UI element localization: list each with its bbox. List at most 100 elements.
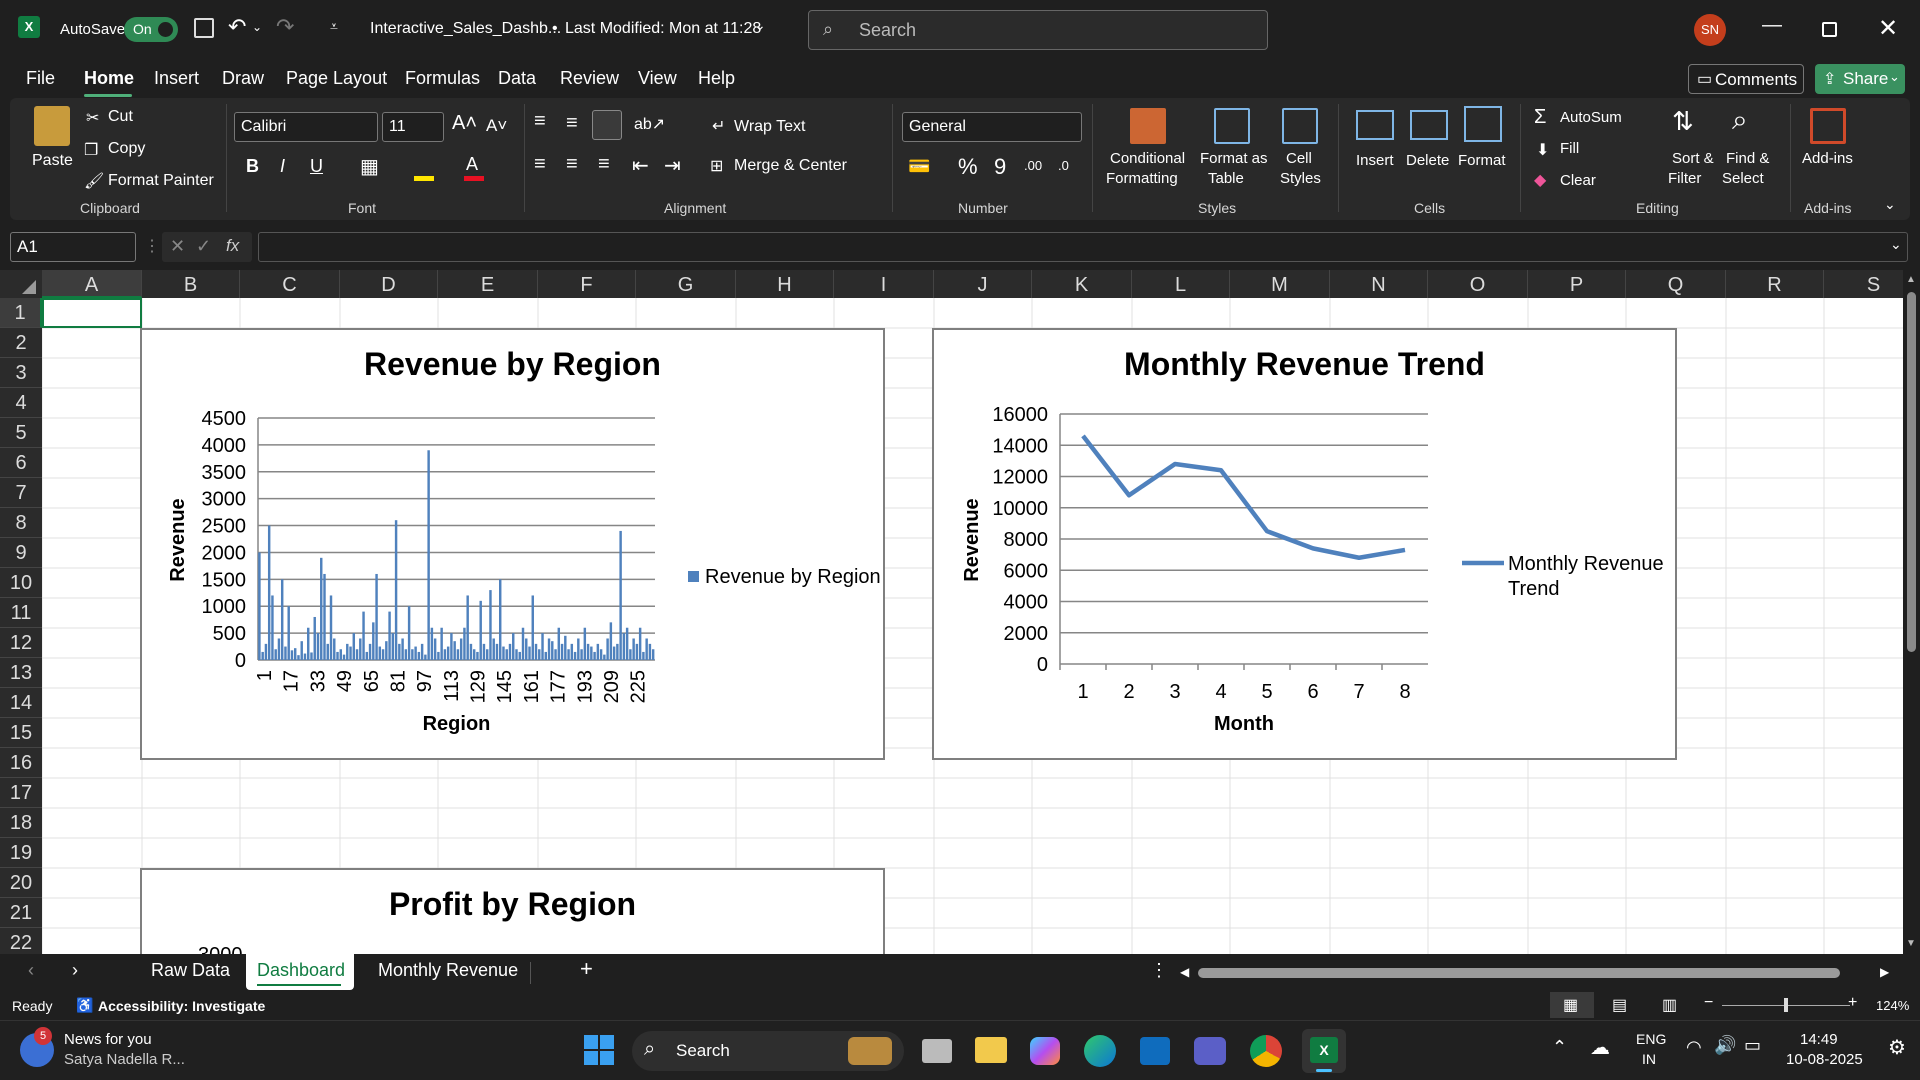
row-header-4[interactable]: 4 bbox=[0, 388, 42, 418]
horizontal-scroll-thumb[interactable] bbox=[1198, 968, 1840, 978]
comma-icon[interactable]: 9 bbox=[994, 154, 1006, 180]
zoom-out-icon[interactable]: − bbox=[1704, 994, 1713, 1012]
scroll-right-icon[interactable]: ▶ bbox=[1880, 965, 1889, 979]
wifi-icon[interactable]: ◠ bbox=[1686, 1037, 1702, 1058]
menu-formulas[interactable]: Formulas bbox=[405, 68, 480, 89]
percent-icon[interactable]: % bbox=[958, 154, 978, 180]
align-top-icon[interactable]: ≡ bbox=[534, 110, 546, 133]
chevron-up-icon[interactable]: ⌃ bbox=[1552, 1037, 1567, 1058]
decrease-decimal-icon[interactable]: .0 bbox=[1058, 158, 1069, 173]
search-box[interactable]: ⌕ Search bbox=[808, 10, 1268, 50]
align-left-icon[interactable]: ≡ bbox=[534, 153, 546, 176]
edge-icon[interactable] bbox=[1084, 1035, 1116, 1067]
volume-icon[interactable]: 🔊 bbox=[1714, 1035, 1736, 1056]
row-header-22[interactable]: 22 bbox=[0, 928, 42, 954]
column-header-K[interactable]: K bbox=[1032, 270, 1132, 298]
format-as-table-icon[interactable] bbox=[1214, 108, 1250, 144]
store-icon[interactable] bbox=[1140, 1037, 1170, 1065]
file-name[interactable]: Interactive_Sales_Dashb... bbox=[370, 20, 561, 38]
avatar[interactable]: SN bbox=[1694, 14, 1726, 46]
number-format-select[interactable]: General bbox=[902, 112, 1082, 142]
fill-color-icon[interactable] bbox=[414, 176, 434, 181]
column-header-G[interactable]: G bbox=[636, 270, 736, 298]
zoom-level[interactable]: 124% bbox=[1876, 998, 1909, 1013]
onedrive-icon[interactable]: ☁ bbox=[1590, 1035, 1610, 1060]
row-header-16[interactable]: 16 bbox=[0, 748, 42, 778]
column-header-C[interactable]: C bbox=[240, 270, 340, 298]
tab-dashboard[interactable]: Dashboard bbox=[246, 954, 354, 990]
column-header-R[interactable]: R bbox=[1726, 270, 1824, 298]
align-middle-icon[interactable]: ≡ bbox=[566, 112, 578, 135]
comments-button[interactable]: ▭ Comments bbox=[1688, 64, 1804, 94]
row-header-6[interactable]: 6 bbox=[0, 448, 42, 478]
delete-cells-icon[interactable] bbox=[1410, 110, 1448, 140]
select-all-corner[interactable] bbox=[0, 270, 42, 298]
conditional-formatting-icon[interactable] bbox=[1130, 108, 1166, 144]
orientation-icon[interactable]: ab↗ bbox=[634, 114, 665, 134]
menu-view[interactable]: View bbox=[638, 68, 677, 89]
next-sheet-icon[interactable]: › bbox=[72, 960, 78, 981]
insert-cells-icon[interactable] bbox=[1356, 110, 1394, 140]
wrap-text-button[interactable]: Wrap Text bbox=[734, 118, 805, 136]
chart-profit-by-region[interactable]: Profit by Region 3000 bbox=[140, 868, 885, 954]
menu-page-layout[interactable]: Page Layout bbox=[286, 68, 387, 89]
scroll-left-icon[interactable]: ◀ bbox=[1180, 965, 1189, 979]
find-select-button-2[interactable]: Select bbox=[1722, 170, 1764, 187]
row-header-3[interactable]: 3 bbox=[0, 358, 42, 388]
minimize-icon[interactable]: — bbox=[1762, 14, 1782, 37]
format-painter-button[interactable]: Format Painter bbox=[108, 172, 214, 190]
row-header-14[interactable]: 14 bbox=[0, 688, 42, 718]
battery-icon[interactable]: ▭ bbox=[1744, 1035, 1761, 1056]
column-header-B[interactable]: B bbox=[142, 270, 240, 298]
menu-file[interactable]: File bbox=[26, 68, 55, 89]
align-right-icon[interactable]: ≡ bbox=[598, 153, 610, 176]
prev-sheet-icon[interactable]: ‹ bbox=[28, 960, 34, 981]
bold-button[interactable]: B bbox=[246, 156, 259, 177]
clock-date[interactable]: 10-08-2025 bbox=[1786, 1051, 1863, 1068]
font-color-icon[interactable]: A bbox=[466, 154, 478, 175]
underline-button[interactable]: U bbox=[310, 156, 323, 177]
menu-insert[interactable]: Insert bbox=[154, 68, 199, 89]
conditional-formatting-button[interactable]: Conditional bbox=[1110, 150, 1185, 167]
tab-raw-data[interactable]: Raw Data bbox=[151, 960, 230, 981]
windows-start-icon[interactable] bbox=[584, 1035, 614, 1065]
vertical-scrollbar[interactable]: ▲ ▼ bbox=[1903, 270, 1920, 954]
chevron-down-icon[interactable]: ⌄ bbox=[754, 17, 766, 34]
close-icon[interactable]: ✕ bbox=[1878, 14, 1898, 43]
task-view-icon[interactable] bbox=[922, 1039, 952, 1063]
menu-review[interactable]: Review bbox=[560, 68, 619, 89]
decrease-font-icon[interactable]: A˅ bbox=[486, 116, 507, 136]
conditional-formatting-button-2[interactable]: Formatting bbox=[1106, 170, 1178, 187]
row-header-13[interactable]: 13 bbox=[0, 658, 42, 688]
merge-center-button[interactable]: Merge & Center bbox=[734, 157, 847, 175]
insert-function-icon[interactable]: fx bbox=[226, 236, 239, 256]
fill-button[interactable]: Fill bbox=[1560, 140, 1579, 157]
copilot-icon[interactable] bbox=[1030, 1037, 1060, 1065]
increase-font-icon[interactable]: A˄ bbox=[452, 112, 477, 135]
formula-input[interactable] bbox=[258, 232, 1908, 262]
column-header-L[interactable]: L bbox=[1132, 270, 1230, 298]
paste-button[interactable]: Paste bbox=[32, 152, 73, 170]
normal-view-button[interactable]: ▦ bbox=[1550, 992, 1594, 1018]
menu-home[interactable]: Home bbox=[84, 68, 134, 89]
language-line2[interactable]: IN bbox=[1642, 1051, 1656, 1067]
tab-monthly-revenue[interactable]: Monthly Revenue bbox=[378, 960, 518, 981]
row-header-7[interactable]: 7 bbox=[0, 478, 42, 508]
italic-button[interactable]: I bbox=[280, 156, 285, 177]
copy-button[interactable]: Copy bbox=[108, 140, 145, 158]
column-header-N[interactable]: N bbox=[1330, 270, 1428, 298]
increase-decimal-icon[interactable]: .00 bbox=[1024, 158, 1042, 173]
share-button[interactable]: ⇪ Share ⌄ bbox=[1815, 64, 1905, 94]
currency-icon[interactable]: 💳 bbox=[908, 156, 930, 177]
row-header-11[interactable]: 11 bbox=[0, 598, 42, 628]
format-cells-button[interactable]: Format bbox=[1458, 152, 1506, 169]
sort-filter-button-2[interactable]: Filter bbox=[1668, 170, 1701, 187]
notifications-icon[interactable]: ⚙ bbox=[1888, 1035, 1906, 1060]
cell-styles-icon[interactable] bbox=[1282, 108, 1318, 144]
clear-button[interactable]: Clear bbox=[1560, 172, 1596, 189]
row-header-8[interactable]: 8 bbox=[0, 508, 42, 538]
menu-help[interactable]: Help bbox=[698, 68, 735, 89]
menu-draw[interactable]: Draw bbox=[222, 68, 264, 89]
row-header-5[interactable]: 5 bbox=[0, 418, 42, 448]
row-header-21[interactable]: 21 bbox=[0, 898, 42, 928]
